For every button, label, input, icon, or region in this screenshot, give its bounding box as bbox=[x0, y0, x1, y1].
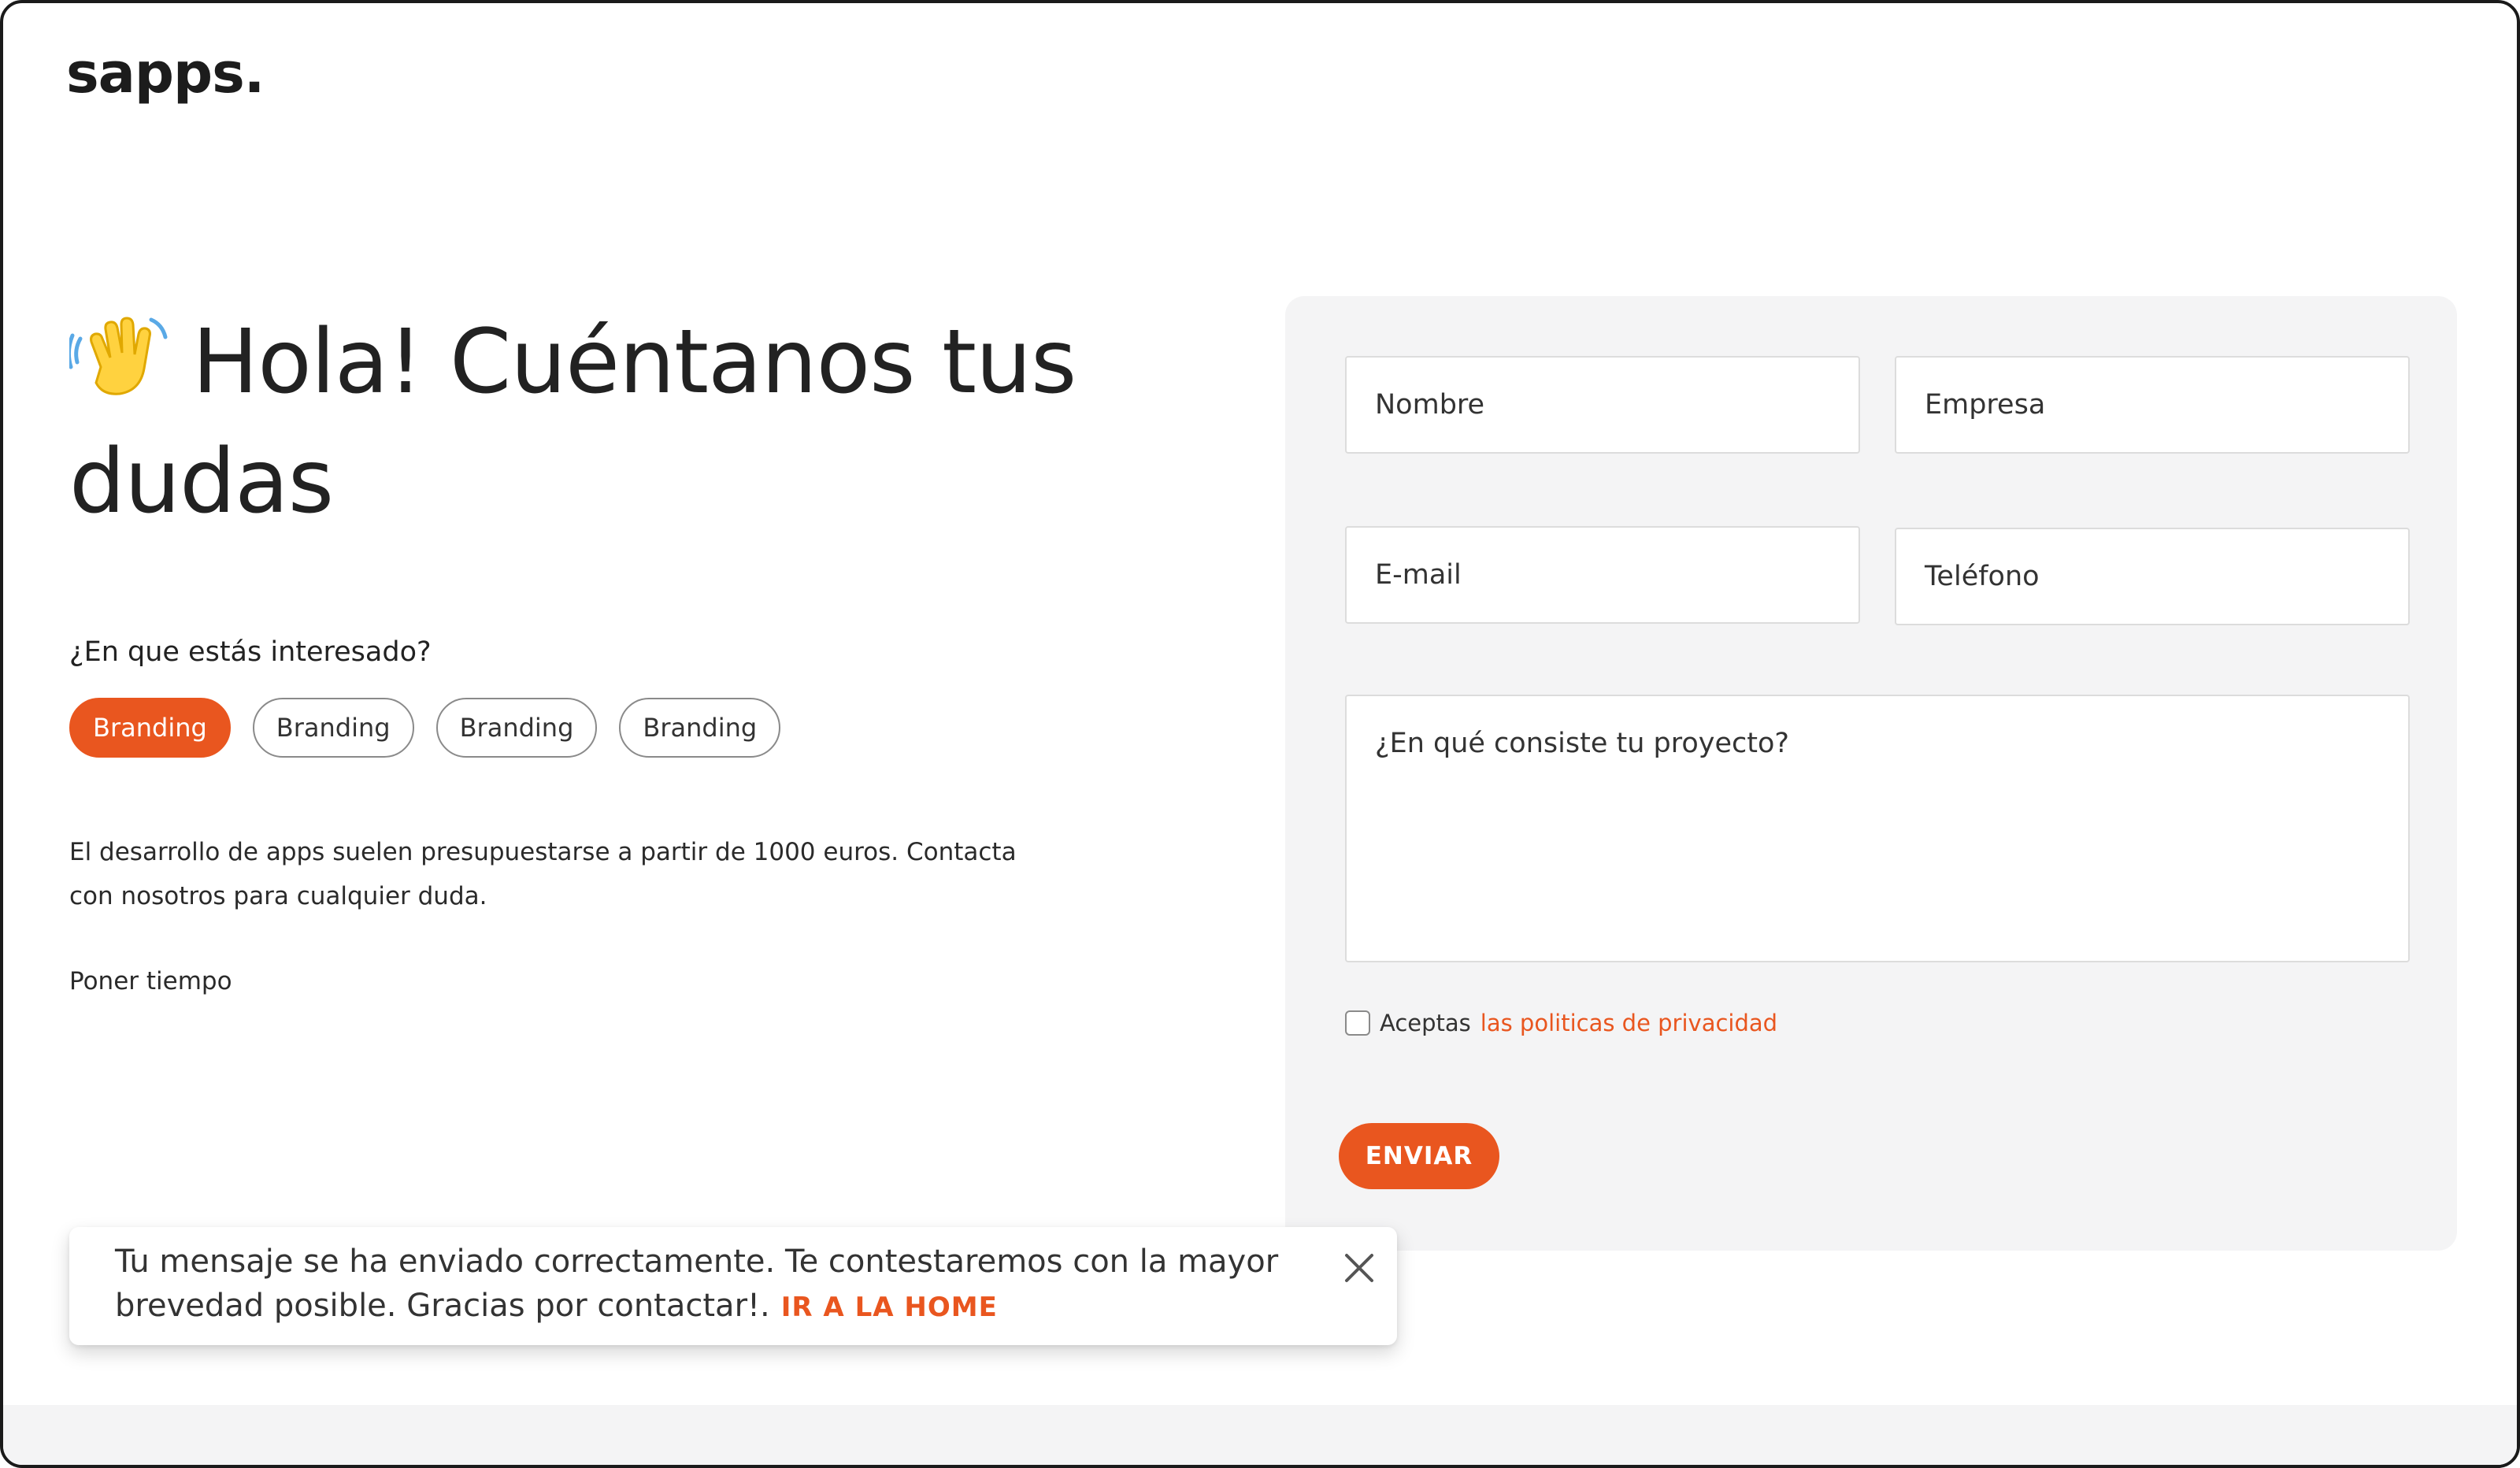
interest-chip[interactable]: Branding bbox=[619, 698, 781, 758]
page-title: Hola! Cuéntanos tus dudas bbox=[69, 302, 1093, 542]
contact-form: Nombre Empresa E-mail Teléfono ¿En qué c… bbox=[1285, 296, 2457, 1251]
privacy-checkbox[interactable] bbox=[1345, 1010, 1370, 1036]
phone-input[interactable]: Teléfono bbox=[1895, 528, 2410, 625]
toast-message: Tu mensaje se ha enviado correctamente. … bbox=[115, 1240, 1296, 1329]
interest-chip[interactable]: Branding bbox=[69, 698, 231, 758]
interest-chip[interactable]: Branding bbox=[435, 698, 598, 758]
company-input[interactable]: Empresa bbox=[1895, 356, 2410, 454]
logo[interactable]: sapps. bbox=[66, 41, 265, 106]
footer-band bbox=[3, 1405, 2517, 1465]
waving-hand-icon bbox=[69, 317, 168, 395]
name-input[interactable]: Nombre bbox=[1345, 356, 1860, 454]
success-toast: Tu mensaje se ha enviado correctamente. … bbox=[69, 1227, 1397, 1345]
privacy-prefix: Aceptas bbox=[1380, 1010, 1471, 1036]
submit-button[interactable]: ENVIAR bbox=[1339, 1123, 1499, 1189]
app-window: sapps. Hola! Cuéntanos tus dudas ¿En que… bbox=[0, 0, 2520, 1468]
interest-chip[interactable]: Branding bbox=[252, 698, 414, 758]
heading-text: Hola! Cuéntanos tus dudas bbox=[69, 311, 1077, 533]
toast-text: Tu mensaje se ha enviado correctamente. … bbox=[115, 1244, 1279, 1324]
interest-question: ¿En que estás interesado? bbox=[69, 636, 432, 668]
project-textarea[interactable]: ¿En qué consiste tu proyecto? bbox=[1345, 695, 2410, 962]
privacy-consent: Aceptas las politicas de privacidad bbox=[1345, 1010, 1777, 1036]
go-home-link[interactable]: IR A LA HOME bbox=[781, 1292, 998, 1323]
email-input[interactable]: E-mail bbox=[1345, 526, 1860, 624]
privacy-policy-link[interactable]: las politicas de privacidad bbox=[1480, 1010, 1777, 1036]
interest-chips: Branding Branding Branding Branding bbox=[69, 698, 781, 758]
close-icon[interactable] bbox=[1340, 1249, 1378, 1287]
pricing-info: El desarrollo de apps suelen presupuesta… bbox=[69, 838, 1017, 910]
time-note: Poner tiempo bbox=[69, 967, 232, 995]
